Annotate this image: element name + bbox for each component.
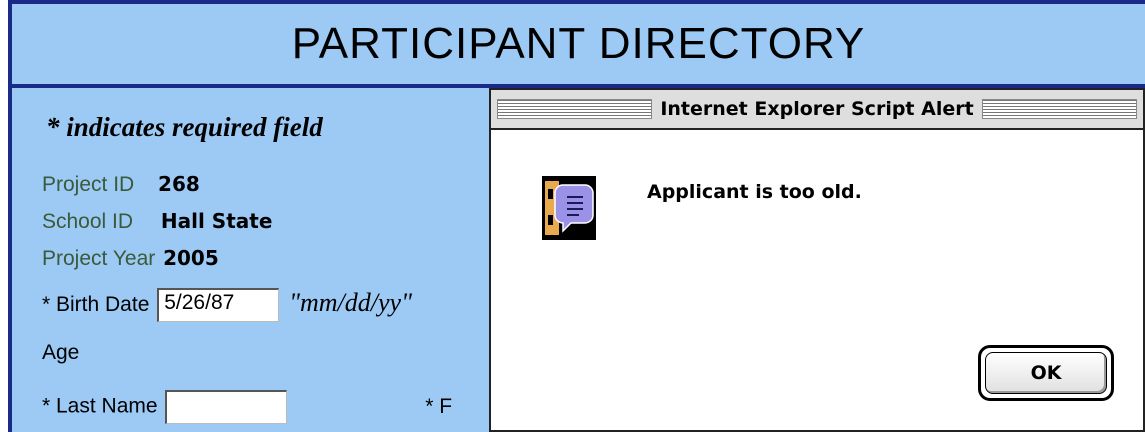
project-id-row: Project ID 268 [42,172,200,197]
dialog-title: Internet Explorer Script Alert [660,98,974,120]
school-id-value: Hall State [160,209,273,233]
birth-date-input[interactable]: 5/26/87 [157,288,280,323]
project-year-row: Project Year 2005 [42,246,219,271]
project-id-value: 268 [158,172,200,196]
last-name-input[interactable] [165,390,288,424]
page-header: PARTICIPANT DIRECTORY [12,4,1145,88]
project-id-label: Project ID [42,173,135,196]
alert-speech-icon [542,176,596,240]
required-field-note: * indicates required field [46,112,323,142]
page-title: PARTICIPANT DIRECTORY [291,19,866,68]
titlebar-stripes-right [981,99,1137,119]
birth-date-label: * Birth Date [42,293,150,316]
school-id-row: School ID Hall State [42,209,272,234]
project-year-value: 2005 [163,246,219,270]
screen: PARTICIPANT DIRECTORY * indicates requir… [0,0,1145,432]
dialog-titlebar[interactable]: Internet Explorer Script Alert [491,90,1143,130]
script-alert-dialog: Internet Explorer Script Alert Applicant… [489,88,1145,432]
alert-message: Applicant is too old. [647,181,862,203]
last-name-label: * Last Name [42,394,158,418]
name-row: * Last Name * F [42,390,452,424]
ok-button-label: OK [985,352,1107,394]
project-year-label: Project Year [42,247,156,270]
age-label: Age [42,341,80,364]
birth-date-row: * Birth Date 5/26/87 "mm/dd/yy" [42,288,412,323]
school-id-label: School ID [42,210,134,233]
first-name-label-partial: * F [425,394,453,418]
age-row: Age [42,341,79,365]
ok-button[interactable]: OK [978,345,1114,401]
birth-date-format-hint: "mm/dd/yy" [289,288,412,317]
titlebar-stripes-left [497,99,653,119]
